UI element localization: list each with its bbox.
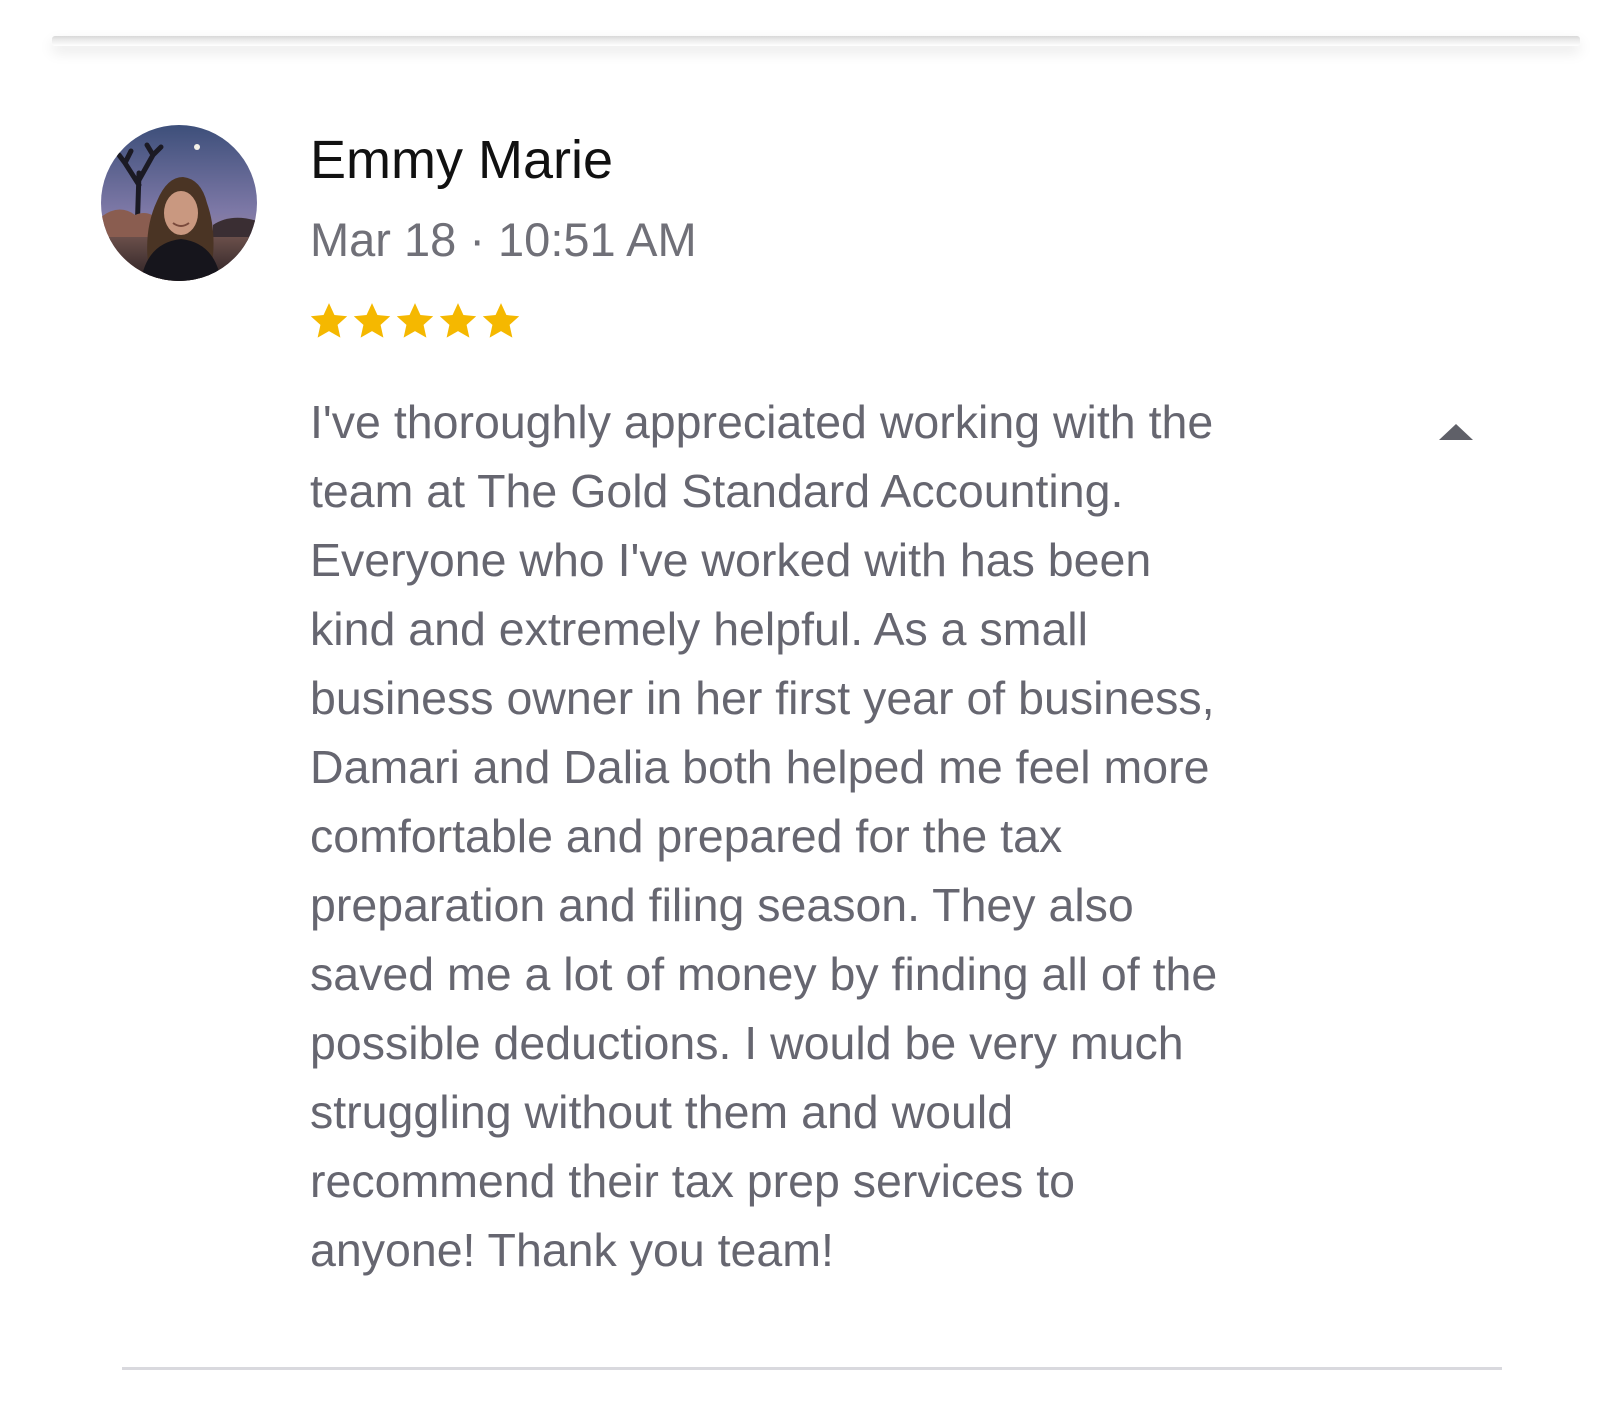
star-icon (353, 303, 391, 338)
review-text: I've thoroughly appreciated working with… (310, 396, 1218, 1276)
caret-up-icon (1439, 424, 1473, 440)
review-timestamp: Mar 18 · 10:51 AM (310, 213, 697, 266)
star-icon (396, 303, 434, 338)
star-icon (310, 303, 348, 338)
star-icon (439, 303, 477, 338)
avatar-photo (101, 125, 257, 281)
star-icon (482, 303, 520, 338)
review-card: Emmy Marie Mar 18 · 10:51 AM I've thorou… (0, 0, 1612, 1414)
review-divider (122, 1367, 1502, 1370)
collapse-review-button[interactable] (1432, 408, 1480, 456)
reviewer-name[interactable]: Emmy Marie (310, 128, 613, 192)
star-rating (308, 300, 522, 342)
reviewer-avatar[interactable] (101, 125, 257, 281)
